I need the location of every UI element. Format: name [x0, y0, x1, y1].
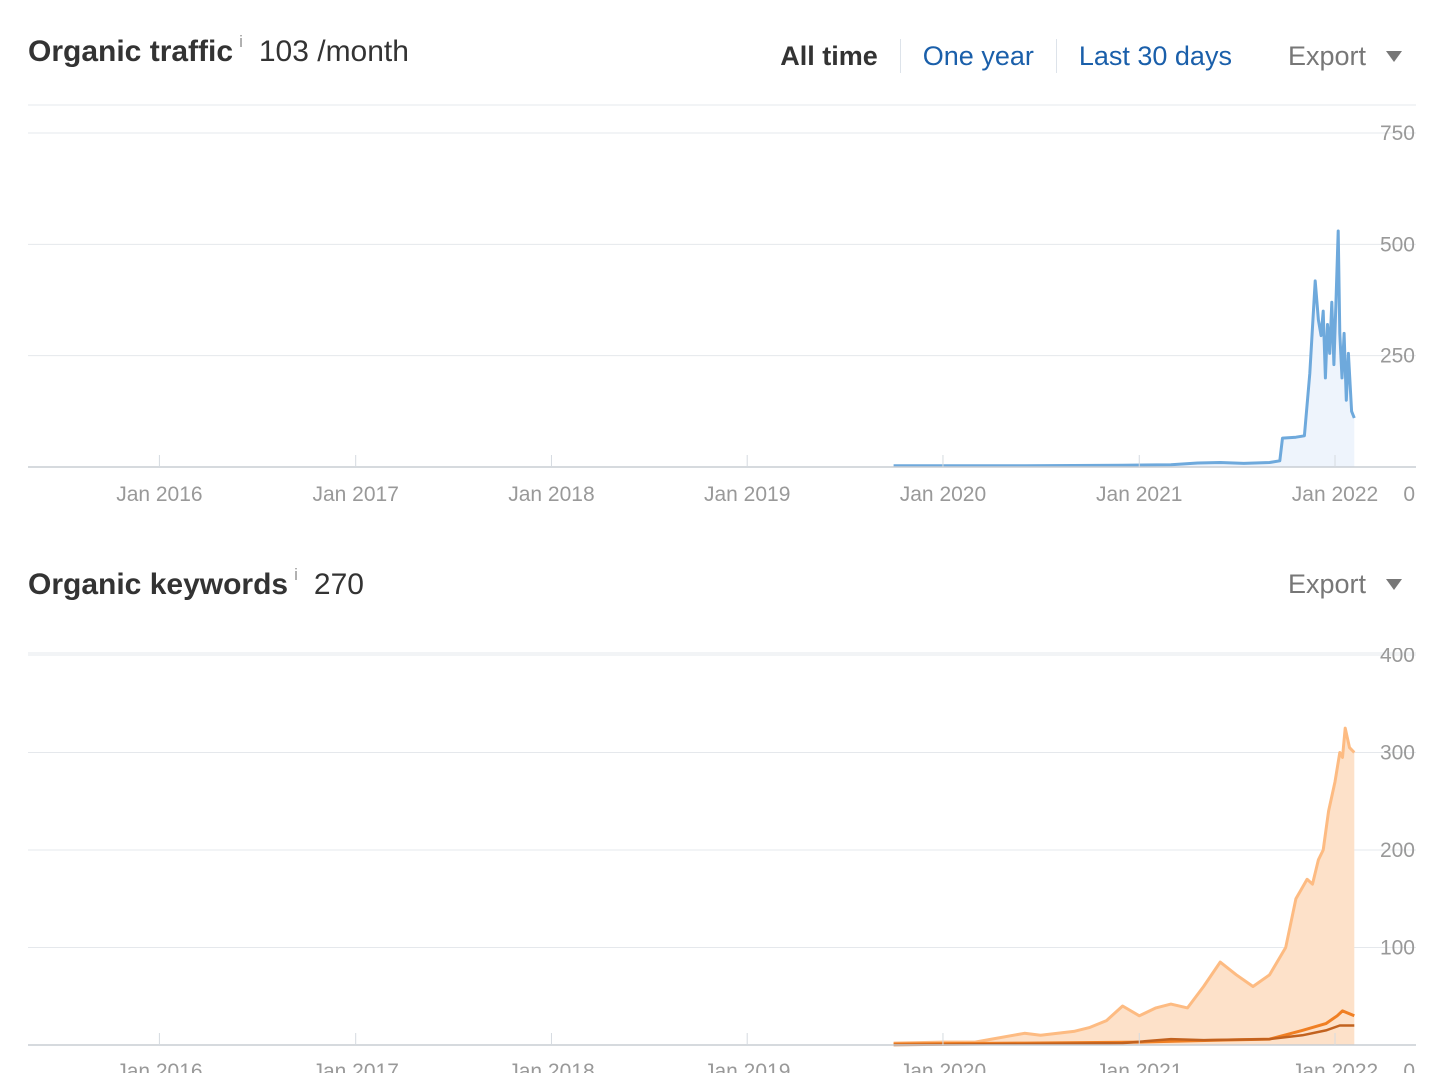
- keywords-info-icon[interactable]: i: [294, 565, 298, 585]
- traffic-controls: All time One year Last 30 days Export: [758, 34, 1402, 78]
- x-tick-label: Jan 2020: [900, 483, 986, 506]
- x-tick-label: Jan 2021: [1096, 483, 1182, 506]
- x-tick-label: Jan 2021: [1096, 1060, 1182, 1073]
- x-tick-label: Jan 2022: [1292, 1060, 1378, 1073]
- traffic-info-icon[interactable]: i: [239, 32, 243, 52]
- y-tick-label: 0: [1403, 1060, 1415, 1073]
- keywords-chart: 0 100 200 300 400 Jan 2016 Jan 2017 Jan 2018 Jan…: [28, 648, 1416, 1073]
- traffic-chart: 0 250 500 750 Jan 2016 Jan 2017 Jan 2018 Jan 20…: [28, 104, 1416, 506]
- x-tick-label: Jan 2020: [900, 1060, 986, 1073]
- x-tick-label: Jan 2017: [312, 1060, 398, 1073]
- y-tick-label: 300: [1380, 742, 1415, 765]
- traffic-export-label: Export: [1287, 40, 1366, 71]
- caret-down-icon: [1386, 50, 1402, 62]
- x-tick-label: Jan 2022: [1292, 483, 1378, 506]
- keywords-metric: 270: [313, 568, 364, 601]
- y-tick-label: 200: [1380, 839, 1415, 862]
- x-tick-label: Jan 2017: [312, 483, 398, 506]
- caret-down-icon: [1386, 578, 1402, 590]
- keywords-total-area: [893, 728, 1355, 1045]
- range-last-30-days[interactable]: Last 30 days: [1057, 39, 1254, 73]
- traffic-metric: 103 /month: [258, 35, 409, 68]
- keywords-export-button[interactable]: Export: [1288, 569, 1402, 600]
- traffic-export-button[interactable]: Export: [1288, 41, 1402, 72]
- traffic-header: Organic traffic i 103 /month: [28, 30, 409, 74]
- y-tick-label: 0: [1403, 483, 1415, 506]
- range-all-time[interactable]: All time: [758, 39, 901, 73]
- y-tick-label: 750: [1380, 122, 1415, 145]
- range-one-year[interactable]: One year: [901, 39, 1057, 73]
- x-tick-label: Jan 2019: [704, 1060, 790, 1073]
- keywords-title: Organic keywords: [28, 568, 289, 601]
- x-tick-label: Jan 2019: [704, 483, 790, 506]
- x-tick-label: Jan 2018: [508, 483, 594, 506]
- traffic-area: [893, 231, 1355, 467]
- keywords-export-label: Export: [1287, 568, 1366, 599]
- keywords-header: Organic keywords i 270: [28, 563, 364, 607]
- x-tick-label: Jan 2016: [116, 1060, 202, 1073]
- traffic-title: Organic traffic: [28, 35, 234, 68]
- y-tick-label: 500: [1380, 233, 1415, 256]
- x-tick-label: Jan 2016: [116, 483, 202, 506]
- x-tick-label: Jan 2018: [508, 1060, 594, 1073]
- y-tick-label: 100: [1380, 937, 1415, 960]
- traffic-line: [893, 229, 1356, 468]
- y-tick-label: 400: [1380, 648, 1415, 667]
- keywords-controls: Export: [1254, 562, 1402, 606]
- y-tick-label: 250: [1380, 345, 1415, 368]
